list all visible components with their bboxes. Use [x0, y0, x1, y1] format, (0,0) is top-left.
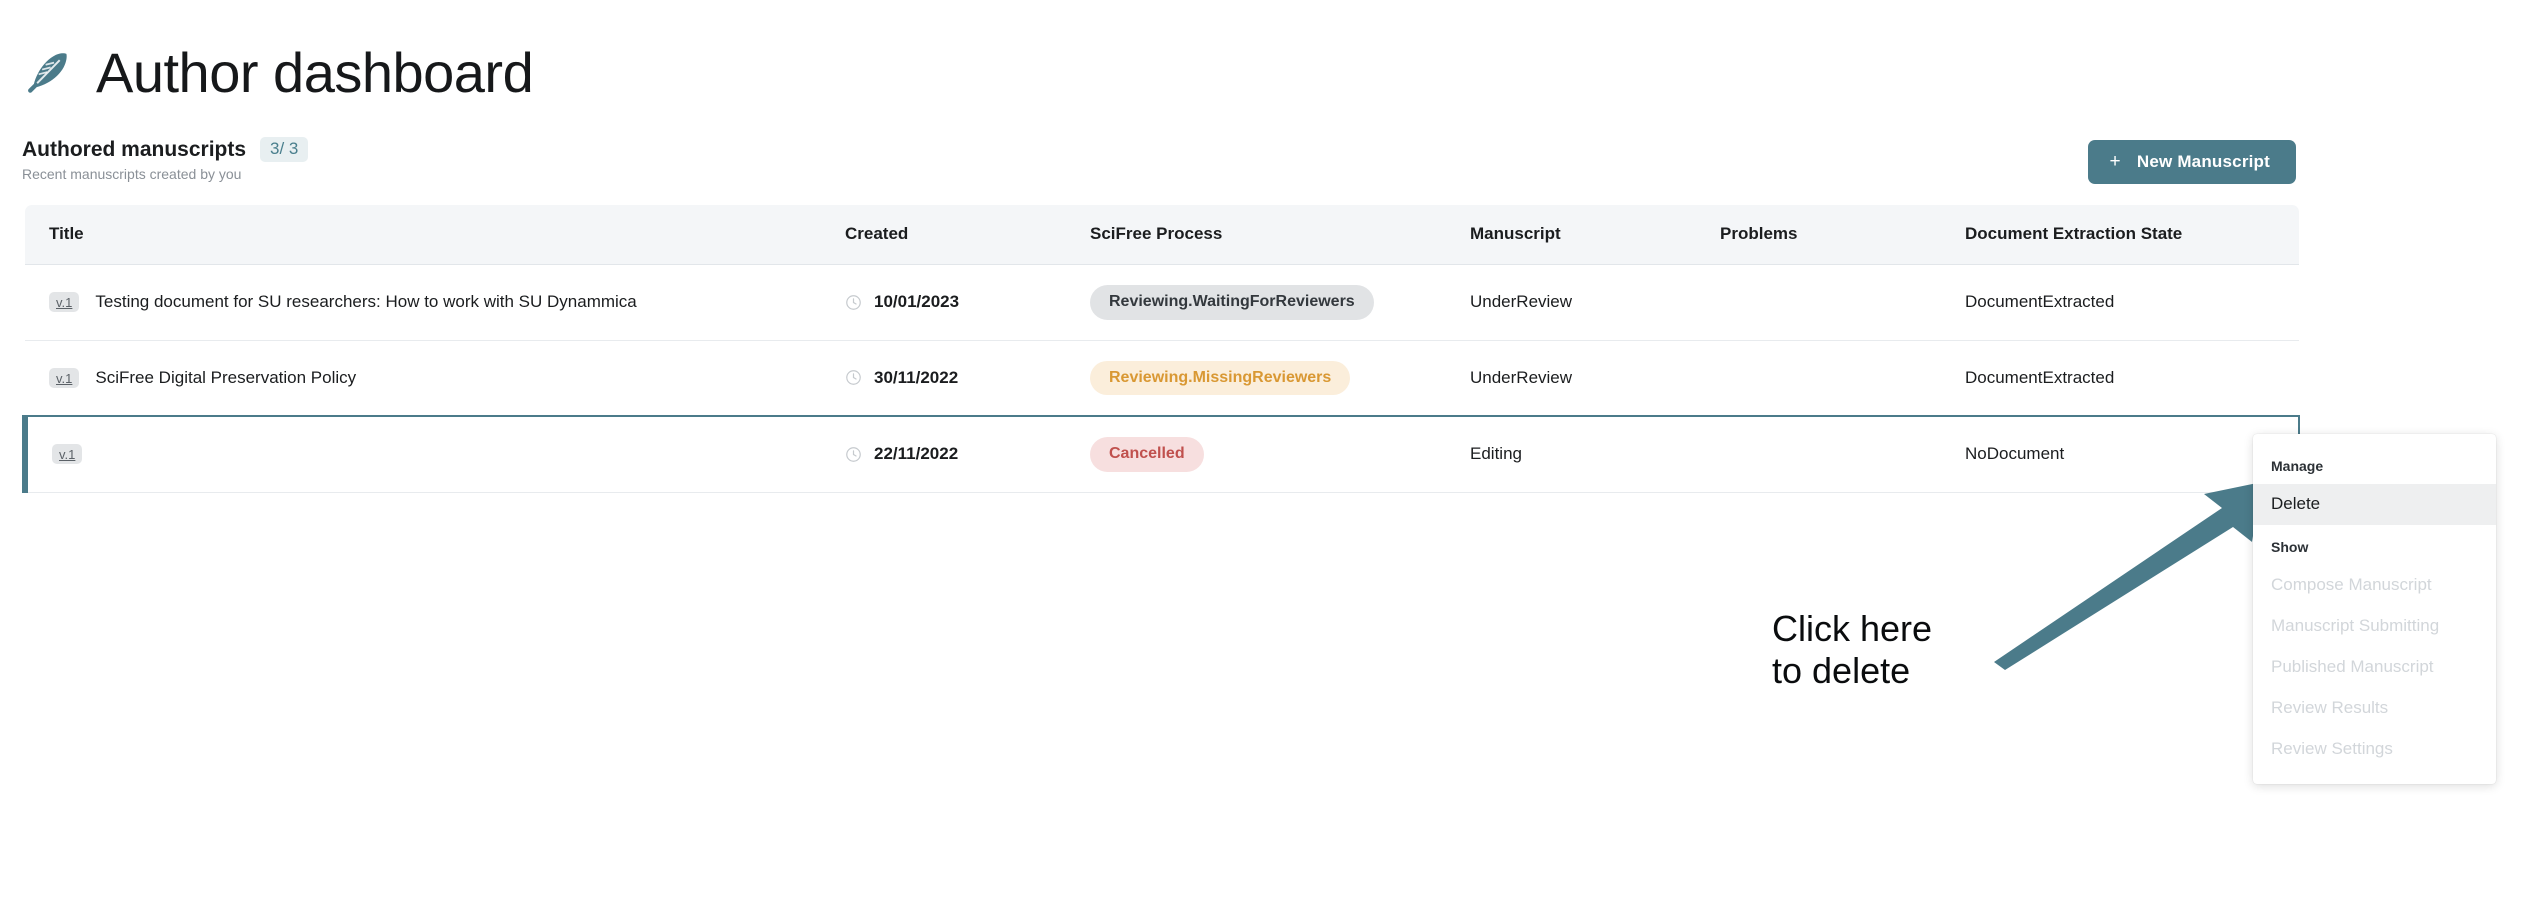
- cell-process: Reviewing.MissingReviewers: [1090, 340, 1470, 417]
- version-badge[interactable]: v.1: [49, 292, 80, 313]
- section-header: Authored manuscripts 3/ 3 Recent manuscr…: [22, 137, 2296, 187]
- cell-docstate: DocumentExtracted: [1965, 264, 2299, 341]
- menu-item-review-settings: Review Settings: [2271, 739, 2393, 758]
- page-title: Author dashboard: [96, 41, 534, 104]
- menu-group-label-show: Show: [2271, 539, 2309, 555]
- menu-item-delete[interactable]: Delete: [2253, 484, 2496, 525]
- annotation-text: Click here to delete: [1772, 608, 1933, 691]
- table-row-selected[interactable]: v.1 22/11/2022 Cancelled Editing NoDocum…: [22, 415, 2300, 493]
- manuscript-count-badge: 3/ 3: [260, 137, 309, 163]
- cell-problems: [1720, 415, 1965, 493]
- version-badge[interactable]: v.1: [52, 444, 83, 465]
- created-date: 10/01/2023: [874, 292, 960, 312]
- cell-title: v.1 SciFree Digital Preservation Policy: [25, 340, 845, 417]
- title-cell: v.1 SciFree Digital Preservation Policy: [49, 367, 845, 388]
- title-cell: v.1 Testing document for SU researchers:…: [49, 292, 845, 313]
- section-title-row: Authored manuscripts 3/ 3: [22, 137, 309, 163]
- created-cell: 10/01/2023: [845, 292, 1090, 312]
- column-header-docstate[interactable]: Document Extraction State: [1965, 205, 2299, 265]
- created-cell: 30/11/2022: [845, 368, 1090, 388]
- clock-icon: [846, 294, 861, 310]
- cell-process: Cancelled: [1090, 415, 1470, 493]
- column-header-created[interactable]: Created: [845, 205, 1090, 265]
- table-row[interactable]: v.1 SciFree Digital Preservation Policy …: [25, 340, 2299, 417]
- menu-item-review-results: Review Results: [2271, 698, 2389, 717]
- clock-icon: [846, 447, 861, 462]
- table-head: Title Created SciFree Process Manuscript…: [25, 205, 2299, 265]
- author-dashboard-page: Author dashboard Authored manuscripts 3/…: [0, 0, 2527, 898]
- cell-title: v.1: [22, 415, 845, 493]
- table-row[interactable]: v.1 Testing document for SU researchers:…: [25, 264, 2299, 341]
- page-header: Author dashboard: [22, 41, 534, 104]
- cell-manuscript: UnderReview: [1470, 340, 1720, 417]
- created-cell: 22/11/2022: [845, 444, 1090, 464]
- manuscript-title[interactable]: Testing document for SU researchers: How…: [95, 292, 636, 312]
- manuscripts-table-container: Title Created SciFree Process Manuscript…: [22, 205, 2300, 493]
- cell-manuscript: Editing: [1470, 415, 1720, 493]
- menu-item-published-manuscript: Published Manuscript: [2271, 657, 2434, 676]
- manuscripts-table: Title Created SciFree Process Manuscript…: [22, 205, 2300, 493]
- cell-title: v.1 Testing document for SU researchers:…: [25, 264, 845, 341]
- cell-docstate: NoDocument: [1965, 415, 2300, 493]
- cell-process: Reviewing.WaitingForReviewers: [1090, 264, 1470, 341]
- cell-problems: [1720, 340, 1965, 417]
- created-date: 30/11/2022: [874, 367, 959, 387]
- process-status-badge: Reviewing.WaitingForReviewers: [1090, 285, 1374, 320]
- section-subtitle: Recent manuscripts created by you: [22, 166, 242, 183]
- cell-created: 22/11/2022: [845, 415, 1090, 493]
- column-header-problems[interactable]: Problems: [1720, 205, 1965, 265]
- table-body: v.1 Testing document for SU researchers:…: [22, 264, 2300, 493]
- process-status-badge: Reviewing.MissingReviewers: [1090, 360, 1351, 396]
- menu-item-manuscript-submitting: Manuscript Submitting: [2271, 616, 2440, 635]
- new-manuscript-label: New Manuscript: [2136, 152, 2270, 171]
- column-header-process[interactable]: SciFree Process: [1090, 205, 1470, 265]
- created-date: 22/11/2022: [874, 444, 959, 464]
- manuscript-title[interactable]: SciFree Digital Preservation Policy: [95, 368, 356, 388]
- plus-icon: +: [2109, 150, 2121, 172]
- table-header-row: Title Created SciFree Process Manuscript…: [25, 205, 2299, 265]
- process-status-badge: Cancelled: [1090, 437, 1204, 472]
- cell-docstate: DocumentExtracted: [1965, 340, 2299, 417]
- context-menu: Manage Delete Show Compose Manuscript Ma…: [2253, 434, 2496, 784]
- clock-icon: [846, 370, 861, 386]
- version-badge[interactable]: v.1: [49, 367, 80, 388]
- feather-icon: [28, 53, 67, 93]
- cell-problems: [1720, 264, 1965, 341]
- cell-created: 30/11/2022: [845, 340, 1090, 417]
- cell-manuscript: UnderReview: [1470, 264, 1720, 341]
- section-title: Authored manuscripts: [22, 137, 247, 161]
- new-manuscript-button[interactable]: + New Manuscript: [2087, 140, 2296, 184]
- column-header-title[interactable]: Title: [25, 205, 845, 265]
- cell-created: 10/01/2023: [845, 264, 1090, 341]
- menu-group-label-manage: Manage: [2271, 458, 2324, 474]
- menu-item-compose-manuscript: Compose Manuscript: [2271, 575, 2432, 594]
- column-header-manuscript[interactable]: Manuscript: [1470, 205, 1720, 265]
- title-cell: v.1: [52, 444, 845, 465]
- section-header-text: Authored manuscripts 3/ 3 Recent manuscr…: [22, 137, 309, 183]
